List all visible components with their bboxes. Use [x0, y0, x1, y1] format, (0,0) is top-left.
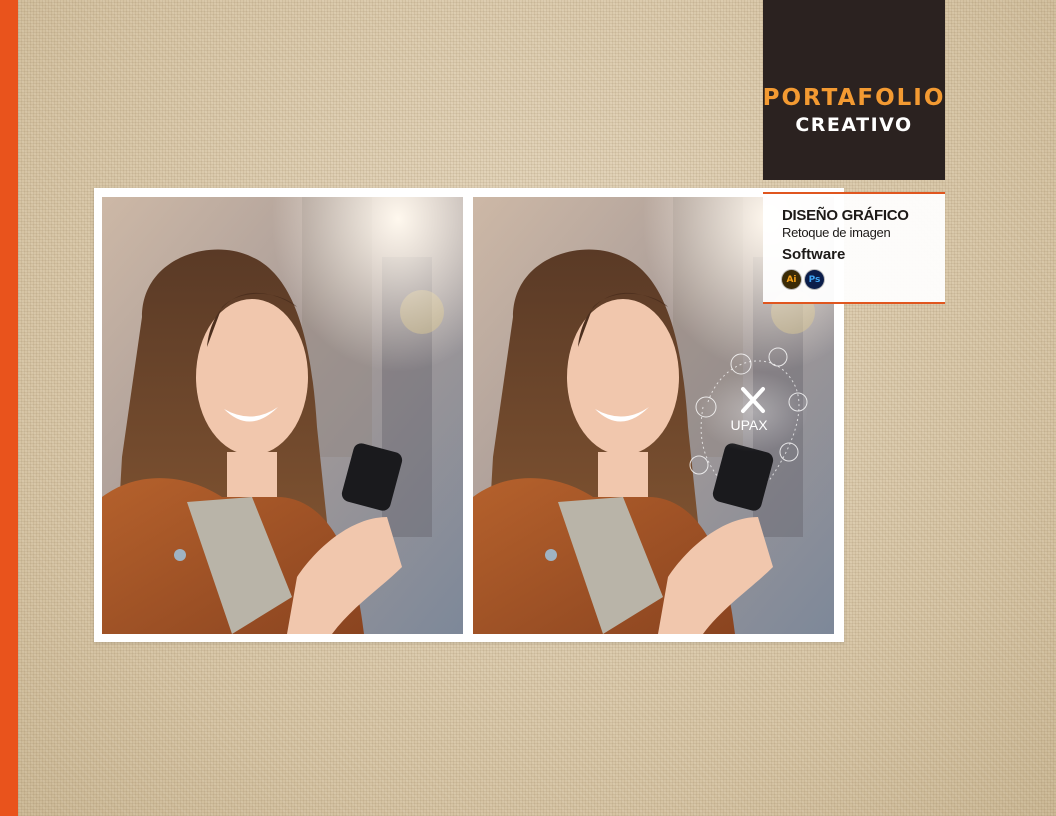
photoshop-icon: Ps	[805, 270, 824, 289]
software-heading: Software	[782, 246, 846, 263]
title-block: PORTAFOLIO CREATIVO	[763, 0, 945, 180]
project-subcategory: Retoque de imagen	[782, 225, 891, 240]
page-title: PORTAFOLIO	[762, 85, 946, 111]
side-accent-stripe	[0, 0, 18, 816]
page-subtitle: CREATIVO	[795, 114, 913, 136]
photo-comparison-frame: UPAX	[94, 188, 844, 642]
project-category: DISEÑO GRÁFICO	[782, 207, 909, 224]
upax-brand: UPAX	[730, 417, 768, 433]
software-icons: Ai Ps	[782, 270, 945, 289]
illustrator-icon: Ai	[782, 270, 801, 289]
photo-before	[102, 197, 463, 634]
project-info-panel: DISEÑO GRÁFICO Retoque de imagen Softwar…	[763, 192, 945, 304]
